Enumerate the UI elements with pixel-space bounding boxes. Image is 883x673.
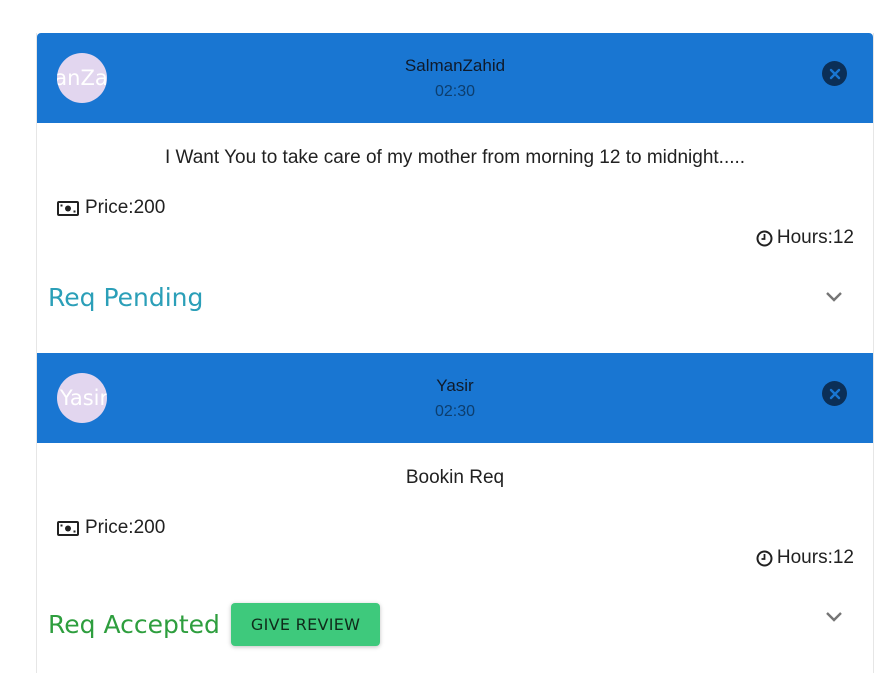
- request-card: SalmanZahid SalmanZahid 02:30 I Want You…: [36, 33, 874, 353]
- chevron-down-icon[interactable]: [825, 291, 843, 303]
- price-row: Price:200: [57, 197, 165, 219]
- close-circle-icon: [829, 388, 840, 399]
- money-icon: [57, 520, 79, 536]
- price-label: Price:200: [85, 517, 166, 538]
- money-icon: [57, 200, 79, 216]
- status-label: Req Accepted: [48, 610, 220, 639]
- card-header: SalmanZahid SalmanZahid 02:30: [37, 33, 873, 123]
- price-label: Price:200: [85, 197, 166, 218]
- hours-label: Hours:12: [776, 227, 854, 248]
- request-list: SalmanZahid SalmanZahid 02:30 I Want You…: [36, 33, 874, 673]
- card-header: Yasir Yasir 02:30: [37, 353, 873, 443]
- close-circle-icon: [829, 68, 840, 79]
- give-review-button[interactable]: GIVE REVIEW: [230, 603, 381, 646]
- chevron-down-icon[interactable]: [825, 611, 843, 623]
- card-body: I Want You to take care of my mother fro…: [37, 123, 873, 353]
- user-name: SalmanZahid: [404, 56, 506, 75]
- header-info: Yasir 02:30: [37, 375, 873, 423]
- request-time: 02:30: [434, 83, 476, 100]
- status-label: Req Pending: [48, 283, 204, 312]
- request-card: Yasir Yasir 02:30 Bookin Req Price:200 H…: [36, 353, 874, 673]
- request-time: 02:30: [434, 403, 476, 420]
- header-info: SalmanZahid 02:30: [37, 55, 873, 103]
- request-message: Bookin Req: [405, 467, 505, 488]
- hours-row: Hours:12: [756, 547, 854, 569]
- user-name: Yasir: [436, 376, 474, 395]
- hours-label: Hours:12: [776, 547, 854, 568]
- status-label-row: Req Pending: [48, 283, 203, 312]
- card-body: Bookin Req Price:200 Hours:12 Req Accept…: [37, 443, 873, 673]
- close-button[interactable]: [822, 61, 847, 86]
- hours-row: Hours:12: [756, 227, 854, 249]
- clock-icon: [756, 550, 773, 566]
- request-message: I Want You to take care of my mother fro…: [164, 147, 746, 168]
- price-row: Price:200: [57, 517, 165, 539]
- status-label-row: Req Accepted GIVE REVIEW: [48, 603, 381, 646]
- clock-icon: [756, 230, 773, 246]
- close-button[interactable]: [822, 381, 847, 406]
